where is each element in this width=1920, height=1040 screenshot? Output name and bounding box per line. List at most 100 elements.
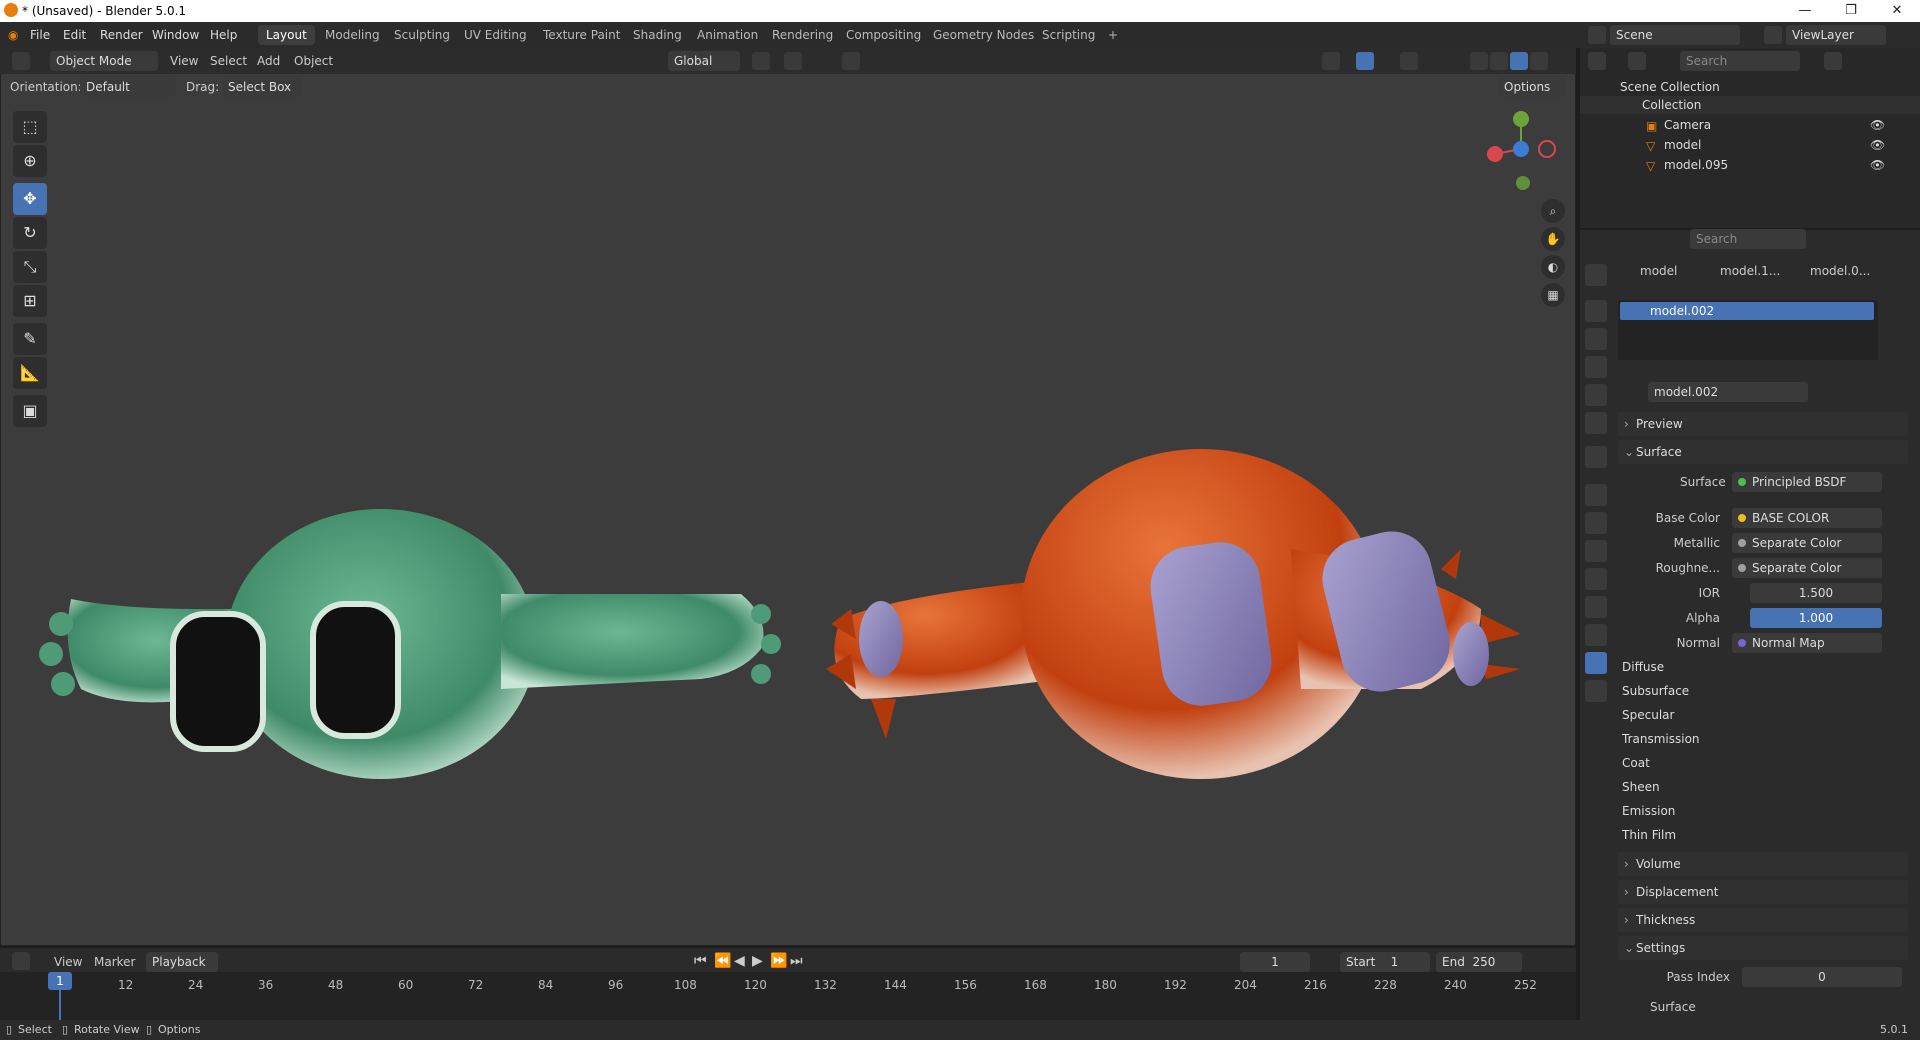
material-name-field[interactable]: model.002 [1648,382,1808,402]
eye-icon[interactable]: 👁 [1870,138,1885,152]
world-props-icon[interactable] [1585,412,1607,434]
settings-section[interactable]: ⌄ Settings [1618,936,1908,960]
annotate-tool[interactable]: ✎ [13,323,47,355]
alpha-field[interactable]: 1.000 [1750,608,1882,628]
proportional-edit-icon[interactable] [842,52,860,70]
particles-props-icon[interactable] [1585,540,1607,562]
subpanel-specular[interactable]: Specular [1622,704,1674,726]
gizmo-toggle-icon[interactable] [1356,52,1374,70]
material-props-icon[interactable] [1585,652,1607,674]
constraints-props-icon[interactable] [1585,596,1607,618]
surface-section[interactable]: ⌄ Surface [1618,440,1908,464]
timeline-ruler[interactable] [0,972,1576,1020]
tab-modeling[interactable]: Modeling [317,25,388,45]
view-layer-props-icon[interactable] [1585,356,1607,378]
viewlayer-selector[interactable]: ViewLayer [1786,25,1886,45]
jump-start-icon[interactable]: ⏮ [694,953,707,969]
outliner-display-mode-icon[interactable] [1628,52,1646,70]
viewlayer-icon[interactable] [1764,26,1782,44]
pivot-icon[interactable] [752,52,770,70]
roughness-field[interactable]: Separate Color [1732,558,1882,578]
close-button[interactable]: ✕ [1874,0,1920,22]
tab-texture-paint[interactable]: Texture Paint [535,25,628,45]
orientation-selector[interactable]: Default [80,77,176,97]
timeline-playback-menu[interactable]: Playback [146,952,218,972]
jump-end-icon[interactable]: ⏭ [790,953,803,969]
playhead[interactable]: 1 [48,972,72,990]
cursor-tool[interactable]: ⊕ [13,145,47,177]
menu-help[interactable]: Help [210,28,237,42]
material-slot-row[interactable]: model.002 [1620,302,1874,320]
transform-orientation-selector[interactable]: Global [668,51,740,71]
viewport-menu-view[interactable]: View [170,54,198,68]
tab-shading[interactable]: Shading [625,25,690,45]
add-cube-tool[interactable]: ▣ [13,395,47,427]
pass-index-field[interactable]: 0 [1742,967,1902,987]
thickness-section[interactable]: › Thickness [1618,908,1908,932]
normal-field[interactable]: Normal Map [1732,633,1882,653]
tab-uv-editing[interactable]: UV Editing [456,25,535,45]
play-reverse-icon[interactable]: ◀ [734,953,745,969]
options-button[interactable]: Options [1498,77,1566,97]
navigation-gizmo[interactable] [1487,111,1556,190]
green-model[interactable] [39,509,781,779]
tab-compositing[interactable]: Compositing [838,25,929,45]
timeline-editor-icon[interactable] [12,952,30,970]
data-props-icon[interactable] [1585,624,1607,646]
start-frame-field[interactable]: Start 1 [1340,952,1430,972]
add-workspace-button[interactable]: + [1100,25,1126,45]
tab-geometry-nodes[interactable]: Geometry Nodes [925,25,1042,45]
outliner-editor-icon[interactable] [1588,52,1606,70]
output-props-icon[interactable] [1585,328,1607,350]
tab-rendering[interactable]: Rendering [764,25,841,45]
scene-icon[interactable] [1588,26,1606,44]
tab-sculpting[interactable]: Sculpting [386,25,458,45]
camera-view-icon[interactable]: ◐ [1541,255,1565,279]
solid-shading-icon[interactable] [1490,52,1508,70]
eye-icon[interactable]: 👁 [1870,118,1885,132]
zoom-icon[interactable]: ⌕ [1541,199,1565,223]
timeline-menu-marker[interactable]: Marker [94,955,135,969]
scene-selector[interactable]: Scene [1610,25,1740,45]
viewport-menu-add[interactable]: Add [257,54,280,68]
outliner-item-model[interactable]: model [1664,138,1701,152]
end-frame-field[interactable]: End 250 [1436,952,1522,972]
measure-tool[interactable]: 📐 [13,357,47,389]
filter-icon[interactable] [1824,52,1842,70]
tool-props-icon[interactable] [1585,264,1607,286]
collection-props-icon[interactable] [1585,446,1607,468]
settings-surface-subpanel[interactable]: Surface [1650,1000,1696,1014]
overlay-toggle-icon[interactable] [1400,52,1418,70]
select-box-tool[interactable]: ⬚ [13,111,47,143]
tab-scripting[interactable]: Scripting [1034,25,1103,45]
orange-model[interactable] [826,449,1521,779]
minimize-button[interactable]: — [1782,0,1828,22]
preview-section[interactable]: › Preview [1618,412,1908,436]
pan-hand-icon[interactable]: ✋ [1541,227,1565,251]
tab-animation[interactable]: Animation [689,25,766,45]
eye-icon[interactable]: 👁 [1870,158,1885,172]
menu-edit[interactable]: Edit [63,28,86,42]
subpanel-diffuse[interactable]: Diffuse [1622,656,1664,678]
render-props-icon[interactable] [1585,300,1607,322]
jump-keyframe-forward-icon[interactable]: ⏩ [770,953,787,969]
outliner-item-camera[interactable]: Camera [1664,118,1711,132]
play-icon[interactable]: ▶ [752,953,763,969]
mode-selector[interactable]: Object Mode [50,51,158,71]
editor-type-icon[interactable] [12,52,30,70]
subpanel-coat[interactable]: Coat [1622,752,1650,774]
surface-shader-selector[interactable]: Principled BSDF [1732,472,1882,492]
metallic-field[interactable]: Separate Color [1732,533,1882,553]
snap-icon[interactable] [784,52,802,70]
current-frame-field[interactable]: 1 [1240,952,1310,972]
jump-keyframe-back-icon[interactable]: ⏪ [714,953,731,969]
visibility-icon[interactable] [1322,52,1340,70]
object-props-icon[interactable] [1585,484,1607,506]
rotate-tool[interactable]: ↻ [13,217,47,249]
scale-tool[interactable]: ⤡ [13,251,47,283]
viewport-menu-select[interactable]: Select [210,54,247,68]
collection-row[interactable]: Collection [1580,96,1920,114]
subpanel-emission[interactable]: Emission [1622,800,1675,822]
transform-tool[interactable]: ⊞ [13,285,47,317]
rendered-shading-icon[interactable] [1530,52,1548,70]
